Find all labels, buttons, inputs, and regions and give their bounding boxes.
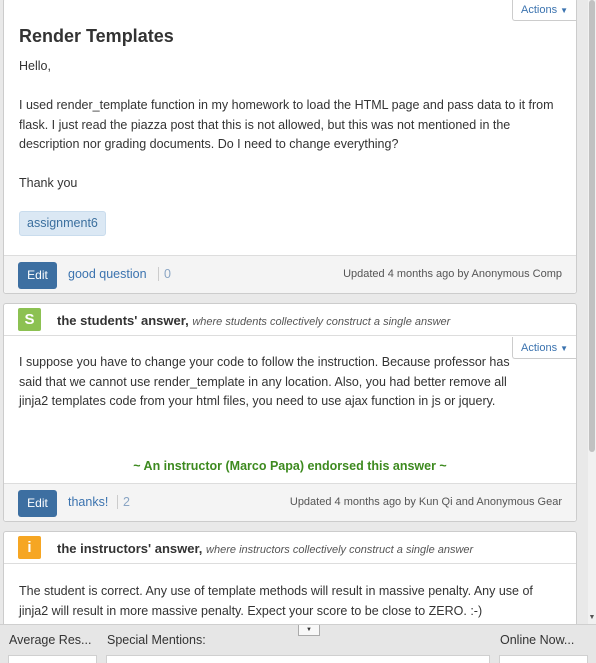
student-answer-footer: Edit thanks! 2 Updated 4 months ago by K… [4, 483, 576, 521]
caret-down-icon: ▼ [560, 344, 568, 353]
question-body-thanks: Thank you [19, 176, 78, 190]
edit-student-answer-button[interactable]: Edit [18, 490, 57, 517]
question-body-main: I used render_template function in my ho… [19, 98, 554, 151]
question-title: Render Templates [19, 26, 174, 46]
student-answer-body: I suppose you have to change your code t… [19, 355, 510, 408]
thanks-count: 2 [117, 495, 130, 509]
average-response-label: Average Res... [9, 633, 92, 647]
question-card: Actions ▼ Render Templates Hello, I used … [3, 0, 577, 294]
instructor-answer-subtitle: where instructors collectively construct… [206, 544, 474, 556]
scroll-down-arrow-icon[interactable]: ▼ [588, 614, 596, 622]
online-now-label: Online Now... [500, 633, 575, 647]
collapse-toggle-icon[interactable]: ▼ [298, 625, 320, 636]
good-question-link[interactable]: good question [68, 267, 147, 281]
student-answer-title: the students' answer, where students col… [57, 313, 450, 328]
instructor-endorsement: ~ An instructor (Marco Papa) endorsed th… [133, 459, 447, 473]
instructor-answer-card: i the instructors' answer, where instruc… [3, 531, 577, 624]
student-answer-updated-info: Updated 4 months ago by Kun Qi and Anony… [289, 496, 562, 508]
student-answer-actions-button[interactable]: Actions ▼ [512, 337, 576, 359]
question-updated-info: Updated 4 months ago by Anonymous Comp [343, 268, 562, 280]
scrollbar-thumb[interactable] [589, 0, 595, 452]
class-stats-bar: ▼ Average Res... Special Mentions: Onlin… [0, 624, 596, 663]
average-response-box [8, 655, 97, 663]
question-actions-button[interactable]: Actions ▼ [512, 0, 576, 21]
student-answer-icon: S [18, 308, 41, 331]
edit-question-button[interactable]: Edit [18, 262, 57, 289]
tag-assignment6[interactable]: assignment6 [19, 211, 106, 236]
good-question-count: 0 [158, 267, 171, 281]
actions-label: Actions [521, 342, 558, 354]
question-footer: Edit good question 0 Updated 4 months ag… [4, 255, 576, 293]
vertical-scrollbar[interactable]: ▼ [588, 0, 596, 624]
student-answer-card: S the students' answer, where students c… [3, 303, 577, 522]
special-mentions-box [106, 655, 490, 663]
student-answer-subtitle: where students collectively construct a … [192, 316, 451, 328]
online-now-box [499, 655, 588, 663]
student-answer-title-text: the students' answer, [57, 313, 189, 328]
instructor-answer-header: i the instructors' answer, where instruc… [4, 532, 576, 564]
caret-down-icon: ▼ [560, 6, 568, 15]
special-mentions-label: Special Mentions: [107, 633, 206, 647]
instructor-answer-title: the instructors' answer, where instructo… [57, 541, 473, 556]
student-answer-header: S the students' answer, where students c… [4, 304, 576, 336]
instructor-answer-title-text: the instructors' answer, [57, 541, 203, 556]
instructor-answer-icon: i [18, 536, 41, 559]
actions-label: Actions [521, 4, 558, 16]
post-scroll-area[interactable]: Actions ▼ Render Templates Hello, I used … [0, 0, 588, 624]
thanks-link[interactable]: thanks! [68, 495, 108, 509]
piazza-post-view: Actions ▼ Render Templates Hello, I used … [0, 0, 596, 663]
instructor-answer-body: The student is correct. Any use of templ… [19, 584, 533, 618]
question-body-greeting: Hello, [19, 59, 51, 73]
